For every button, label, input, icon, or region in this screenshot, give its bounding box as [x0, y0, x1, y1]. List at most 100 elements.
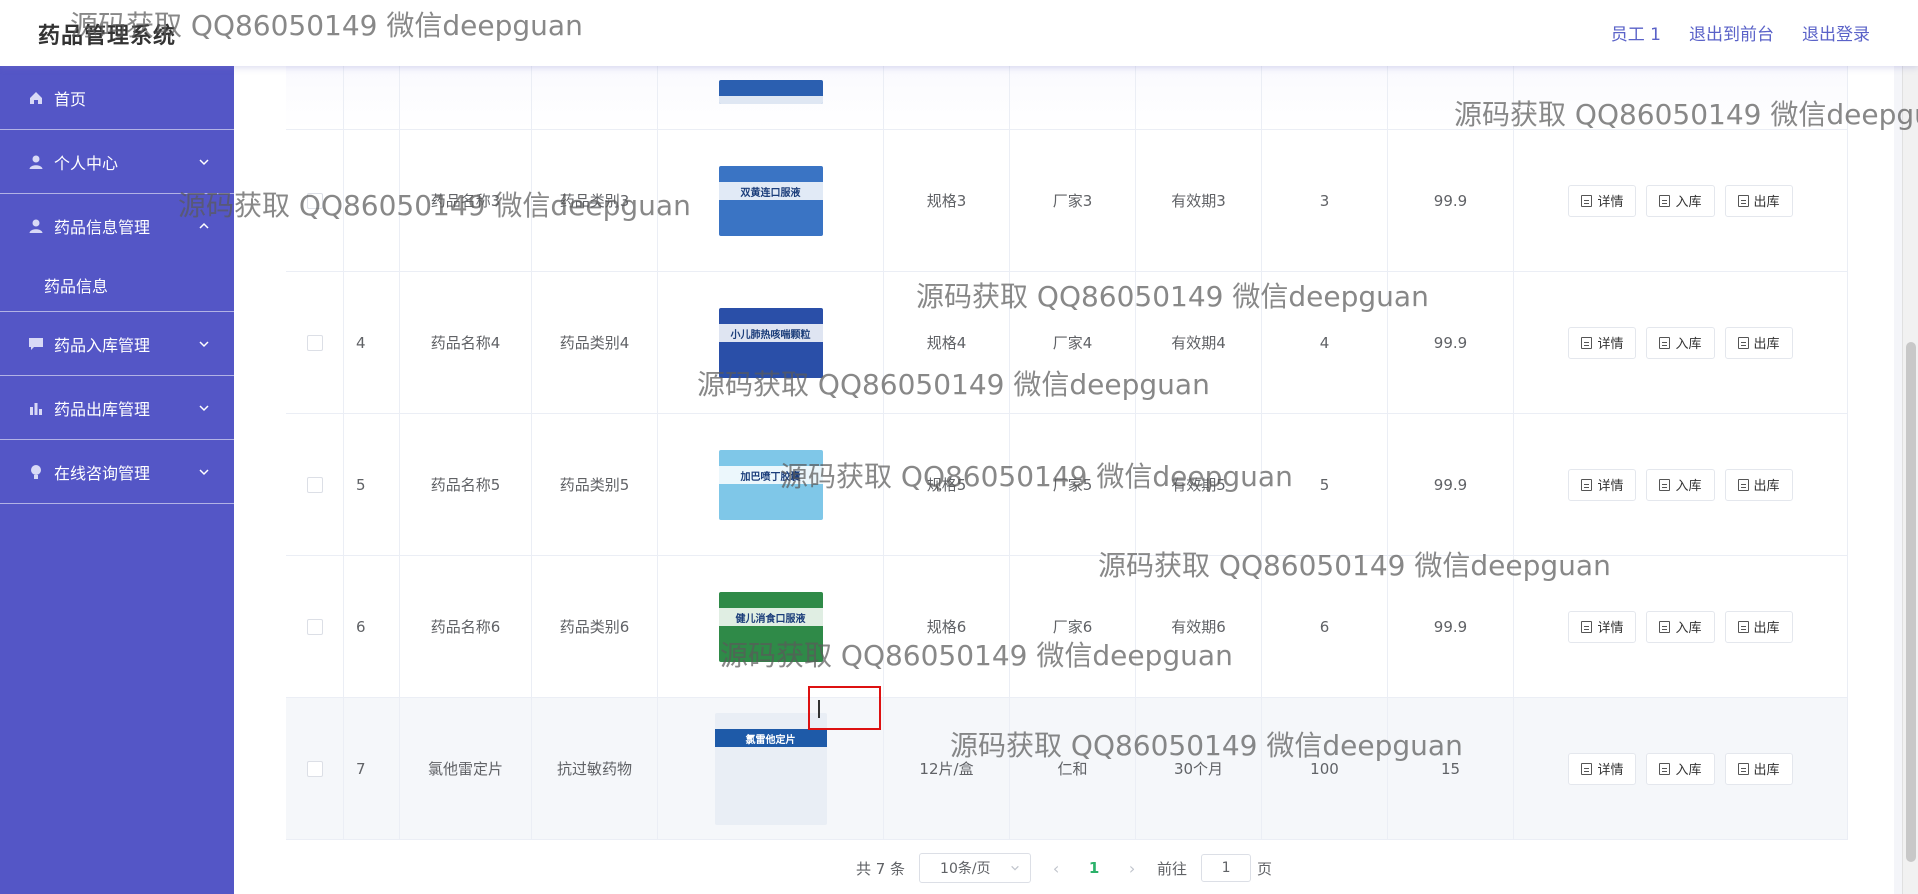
user-link[interactable]: 员工 1: [1611, 20, 1661, 45]
cell-thumb: 小儿肺热咳喘颗粒: [658, 272, 884, 413]
back-to-front-link[interactable]: 退出到前台: [1689, 20, 1774, 45]
chevron-down-icon: [199, 404, 209, 411]
user-icon: [28, 154, 44, 170]
cell-index: 4: [344, 272, 400, 413]
cell-index: [344, 130, 400, 271]
cell-category: 药品类别4: [532, 272, 658, 413]
cell-price: 99.9: [1388, 414, 1514, 555]
next-page-button[interactable]: ›: [1121, 859, 1143, 878]
button-label: 出库: [1753, 621, 1780, 636]
button-label: 详情: [1597, 195, 1624, 210]
scrollbar-thumb[interactable]: [1906, 342, 1916, 862]
row-checkbox[interactable]: [306, 760, 323, 777]
cell-thumb: 加巴喷丁胶囊: [658, 414, 884, 555]
details-button[interactable]: 详情: [1568, 326, 1637, 359]
sidebar-item-label: 药品入库管理: [54, 335, 151, 355]
cell-price: 15: [1388, 698, 1514, 839]
document-icon: [1659, 194, 1671, 207]
page-size-select[interactable]: 10条/页: [919, 853, 1032, 883]
prev-page-button[interactable]: ‹: [1045, 859, 1067, 878]
cell-maker: 厂家6: [1010, 556, 1136, 697]
cell-spec: 规格3: [884, 130, 1010, 271]
cell-spec: 规格4: [884, 272, 1010, 413]
details-button[interactable]: 详情: [1568, 184, 1637, 217]
table-row: 7 氯他雷定片 抗过敏药物 氯雷他定片 12片/盒 仁和 30个月 100 15 详情 入库 出库: [286, 698, 1848, 840]
row-checkbox[interactable]: [306, 334, 323, 351]
document-icon: [1659, 762, 1671, 775]
cell-maker: 仁和: [1010, 698, 1136, 839]
cell-check: [286, 272, 344, 413]
document-icon: [1737, 336, 1749, 349]
package-label: 双黄连口服液: [740, 187, 801, 199]
row-actions: 详情 入库 出库: [1568, 610, 1793, 643]
logout-link[interactable]: 退出登录: [1802, 20, 1870, 45]
stock-out-button[interactable]: 出库: [1724, 326, 1793, 359]
button-label: 详情: [1597, 763, 1624, 778]
page-number-current[interactable]: 1: [1081, 859, 1107, 877]
cell-index: 5: [344, 414, 400, 555]
cell-ops: 详情 入库 出库: [1514, 272, 1848, 413]
cell-ops: 详情 入库 出库: [1514, 414, 1848, 555]
stock-in-button[interactable]: 入库: [1646, 610, 1715, 643]
sidebar-item-label: 在线咨询管理: [54, 463, 151, 483]
row-checkbox[interactable]: [306, 618, 323, 635]
cell-category: 药品类别5: [532, 414, 658, 555]
row-actions: 详情 入库 出库: [1568, 184, 1793, 217]
details-button[interactable]: 详情: [1568, 610, 1637, 643]
stock-out-button[interactable]: 出库: [1724, 468, 1793, 501]
button-label: 入库: [1675, 479, 1702, 494]
details-button[interactable]: 详情: [1568, 752, 1637, 785]
document-icon: [1581, 620, 1593, 633]
cell-thumb: 健儿消食口服液: [658, 556, 884, 697]
cell-expiry: 有效期5: [1136, 414, 1262, 555]
sidebar-item-stock-in-mgmt[interactable]: 药品入库管理: [0, 312, 234, 376]
goto-page-input[interactable]: 1: [1201, 854, 1252, 882]
button-label: 详情: [1597, 621, 1624, 636]
cell-expiry: 有效期3: [1136, 130, 1262, 271]
button-label: 出库: [1753, 337, 1780, 352]
stock-out-button[interactable]: 出库: [1724, 752, 1793, 785]
drug-image: 加巴喷丁胶囊: [718, 449, 823, 520]
stock-out-button[interactable]: 出库: [1724, 610, 1793, 643]
stock-in-button[interactable]: 入库: [1646, 326, 1715, 359]
drug-image: 健儿消食口服液: [718, 591, 823, 662]
cell-stock: 100: [1262, 698, 1388, 839]
table-row: 5 药品名称5 药品类别5 加巴喷丁胶囊 规格5 厂家5 有效期5 5 99.9 详情 入库 出库: [286, 414, 1848, 556]
cell-thumb: 双黄连口服液: [658, 130, 884, 271]
vertical-scrollbar[interactable]: [1902, 66, 1918, 894]
stock-in-button[interactable]: 入库: [1646, 752, 1715, 785]
sidebar-item-stock-out-mgmt[interactable]: 药品出库管理: [0, 376, 234, 440]
sidebar-item-consult-mgmt[interactable]: 在线咨询管理: [0, 440, 234, 504]
button-label: 入库: [1675, 621, 1702, 636]
sidebar-item-personal-center[interactable]: 个人中心: [0, 130, 234, 194]
sidebar-item-label: 首页: [54, 89, 87, 109]
cell-expiry: 30个月: [1136, 698, 1262, 839]
cell-name: 氯他雷定片: [400, 698, 532, 839]
document-icon: [1659, 336, 1671, 349]
stock-in-button[interactable]: 入库: [1646, 468, 1715, 501]
document-icon: [1581, 762, 1593, 775]
cell-name: 药品名称3: [400, 130, 532, 271]
sidebar-item-home[interactable]: 首页: [0, 66, 234, 130]
row-checkbox[interactable]: [306, 476, 323, 493]
document-icon: [1737, 762, 1749, 775]
stock-out-button[interactable]: 出库: [1724, 184, 1793, 217]
stock-in-button[interactable]: 入库: [1646, 184, 1715, 217]
package-label: 加巴喷丁胶囊: [740, 471, 801, 483]
sidebar-item-drug-info-mgmt[interactable]: 药品信息管理: [0, 194, 234, 258]
goto-prefix: 前往: [1157, 859, 1188, 878]
row-checkbox[interactable]: [306, 192, 323, 209]
cell-index: 6: [344, 556, 400, 697]
table-row: 药品名称3 药品类别3 双黄连口服液 规格3 厂家3 有效期3 3 99.9 详情 入库 出库: [286, 130, 1848, 272]
sidebar: 首页 个人中心 药品信息管理 药品信息 药品入库管理 药品出库管理 在线咨询管理: [0, 66, 234, 894]
cell-maker: 厂家4: [1010, 272, 1136, 413]
button-label: 详情: [1597, 337, 1624, 352]
details-button[interactable]: 详情: [1568, 468, 1637, 501]
package-label: 健儿消食口服液: [735, 613, 806, 625]
document-icon: [1581, 194, 1593, 207]
app-title: 药品管理系统: [38, 24, 177, 49]
sidebar-subitem-drug-info[interactable]: 药品信息: [0, 258, 234, 312]
sidebar-item-label: 个人中心: [54, 153, 119, 173]
chevron-down-icon: [199, 468, 209, 475]
pagination-total: 共 7 条: [855, 859, 906, 878]
